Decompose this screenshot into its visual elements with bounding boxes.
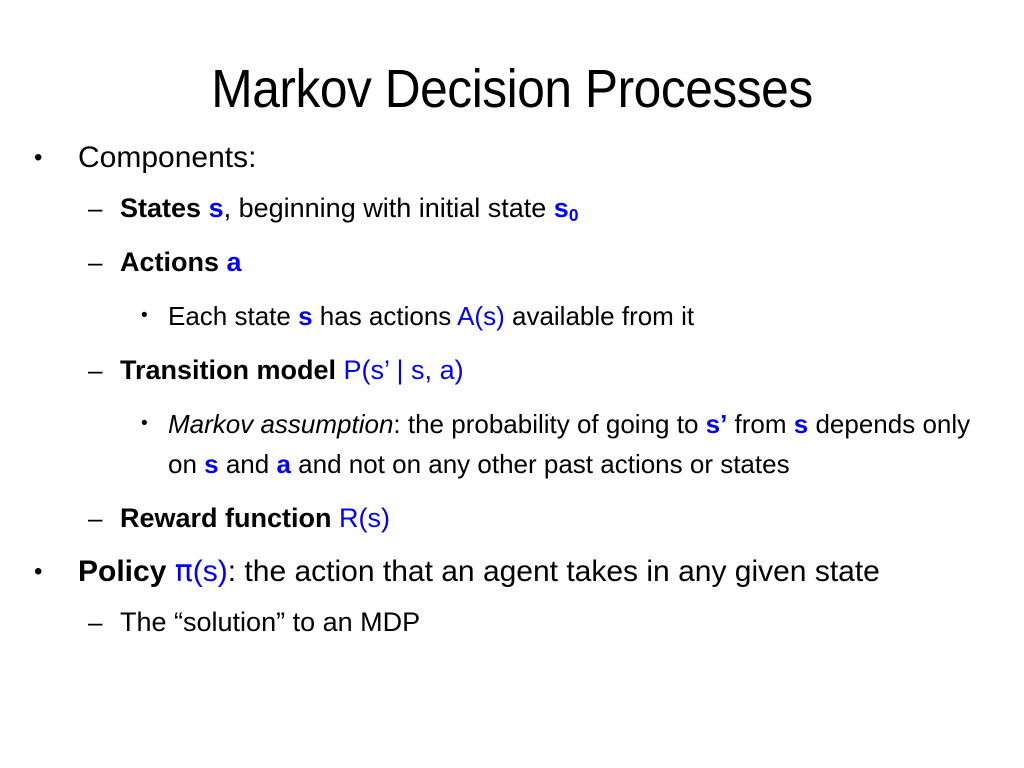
each-state-text: Each state s has actions A(s) available …	[168, 296, 1024, 336]
bullet-policy: • Policy π(s): the action that an agent …	[0, 548, 1024, 596]
bullet-actions: – Actions a	[0, 238, 1024, 286]
markov-suffix: and not on any other past actions or sta…	[290, 449, 790, 479]
states-symbol-s0: s0	[553, 193, 579, 225]
states-symbol-s: s	[208, 193, 224, 223]
markov-middle-3: and	[218, 449, 277, 479]
solution-label: The “solution” to an MDP	[120, 607, 421, 637]
reward-text: Reward function R(s)	[120, 494, 1024, 542]
actions-label: Actions	[120, 247, 220, 277]
bullet-marker-level2: –	[88, 193, 103, 223]
markov-symbol-s-1: s	[793, 409, 809, 439]
policy-text-line: Policy π(s): the action that an agent ta…	[78, 548, 1024, 596]
transition-formula: P(s’ | s, a)	[343, 355, 464, 385]
actions-symbol-a: a	[226, 247, 242, 277]
slide-body: • Components: – States s, beginning with…	[0, 134, 1024, 646]
policy-label: Policy	[78, 555, 167, 588]
components-text: Components:	[78, 134, 1024, 182]
bullet-components: • Components:	[0, 134, 1024, 182]
page-title: Markov Decision Processes	[211, 59, 813, 120]
policy-description: : the action that an agent takes in any …	[227, 555, 880, 588]
each-state-suffix: available from it	[504, 301, 695, 331]
policy-formula: π(s)	[174, 554, 228, 589]
bullet-solution: – The “solution” to an MDP	[0, 598, 1024, 646]
states-middle-text: , beginning with initial state	[223, 193, 554, 223]
bullet-marker-level2: –	[88, 503, 103, 533]
bullet-reward-function: – Reward function R(s)	[0, 494, 1024, 542]
pi-symbol: π	[174, 554, 193, 589]
bullet-transition-model: – Transition model P(s’ | s, a)	[0, 346, 1024, 394]
components-label: Components:	[78, 141, 257, 174]
markov-symbol-s-2: s	[204, 449, 219, 479]
each-state-symbol-s: s	[298, 301, 313, 331]
bullet-marker-level1: •	[34, 144, 43, 171]
bullet-marker-level1: •	[34, 558, 43, 585]
bullet-states: – States s, beginning with initial state…	[0, 184, 1024, 232]
each-state-prefix: Each state	[168, 301, 299, 331]
slide-canvas: Markov Decision Processes • Components: …	[0, 0, 1024, 768]
bullet-marker-level2: –	[88, 355, 103, 385]
actions-text: Actions a	[120, 238, 1024, 286]
reward-formula: R(s)	[339, 503, 391, 533]
transition-text: Transition model P(s’ | s, a)	[120, 346, 1024, 394]
markov-label: Markov assumption	[168, 409, 394, 439]
bullet-each-state-actions: • Each state s has actions A(s) availabl…	[0, 296, 1024, 336]
markov-middle-1: from	[727, 409, 794, 439]
markov-symbol-a: a	[276, 449, 291, 479]
bullet-marker-level2: –	[88, 607, 103, 637]
markov-prefix: : the probability of going to	[393, 409, 706, 439]
bullet-marker-level2: –	[88, 247, 103, 277]
bullet-markov-assumption: • Markov assumption: the probability of …	[0, 404, 1024, 484]
markov-text: Markov assumption: the probability of go…	[168, 404, 996, 484]
reward-label: Reward function	[120, 503, 332, 533]
each-state-middle: has actions	[312, 301, 458, 331]
bullet-marker-level3: •	[141, 413, 148, 434]
solution-text: The “solution” to an MDP	[120, 598, 1024, 646]
states-text: States s, beginning with initial state s…	[120, 184, 1024, 232]
states-label: States	[120, 193, 202, 223]
each-state-symbol-As: A(s)	[457, 301, 505, 331]
markov-symbol-s-prime: s’	[705, 409, 728, 439]
bullet-marker-level3: •	[141, 305, 148, 326]
transition-label: Transition model	[120, 355, 337, 385]
